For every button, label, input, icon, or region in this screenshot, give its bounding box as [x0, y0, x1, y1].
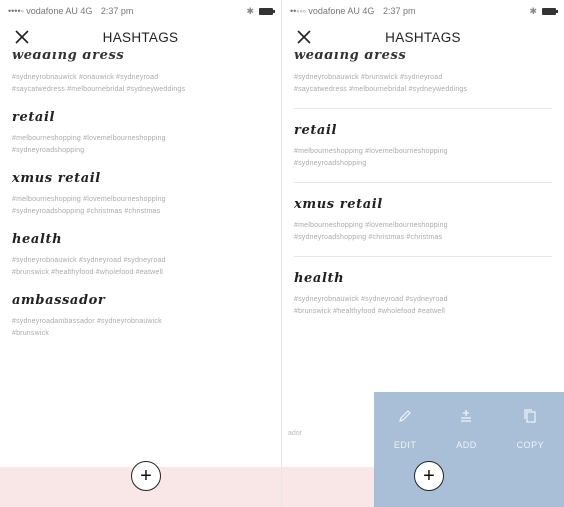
hashtag-group-title: health: [12, 232, 63, 247]
hashtag-group-tags: #sydneyrobnauwick #sydneyroad #sydneyroa…: [294, 296, 448, 303]
list-item[interactable]: health #sydneyrobnauwick #sydneyroad #sy…: [294, 257, 552, 318]
hashtag-group-tags: #brunswick #healthyfood #wholefood #eatw…: [12, 269, 164, 276]
hashtag-group-title: health: [294, 271, 345, 286]
list-item[interactable]: xmus retail #melbourneshopping #lovemelb…: [294, 183, 552, 257]
bluetooth-icon: ✱: [529, 5, 537, 16]
list-item[interactable]: retail #melbourneshopping #lovemelbourne…: [12, 96, 269, 157]
hashtag-group-title: ambassador: [12, 293, 106, 308]
hashtag-group-tags: #saycatwedress #melbournebridal #sydneyw…: [294, 86, 468, 93]
battery-icon: [259, 7, 275, 15]
hashtag-group-tags: #brunswick: [12, 330, 50, 337]
copy-icon: [524, 409, 536, 423]
carrier-signal: ••••◦ vodafone AU 4G 2:37 pm: [8, 6, 133, 16]
nav-bar: HASHTAGS: [282, 22, 564, 52]
hashtag-group-title: xmus retail: [294, 197, 383, 212]
hashtags-screen-left: ••••◦ vodafone AU 4G 2:37 pm ✱ HASHTAGS …: [0, 0, 282, 507]
hashtag-group-tags: #saycatwedress #melbournebridal #sydneyw…: [12, 86, 186, 93]
hashtag-group-tags: #sydneyroadshopping: [12, 147, 85, 154]
hashtag-list: wedding dress #sydneyrobnauwick #brunswi…: [282, 52, 564, 318]
status-right: ✱: [246, 5, 275, 17]
list-item[interactable]: retail #melbourneshopping #lovemelbourne…: [294, 109, 552, 183]
hashtag-group-tags: #sydneyrobnauwick #onauwick #sydneyroad: [12, 74, 159, 81]
close-icon[interactable]: [12, 27, 32, 47]
battery-icon: [542, 7, 558, 15]
hashtag-group-tags: #melbourneshopping #lovemelbourneshoppin…: [294, 222, 448, 229]
carrier-signal: ••◦◦◦ vodafone AU 4G 2:37 pm: [290, 6, 415, 16]
list-item[interactable]: xmus retail #melbourneshopping #lovemelb…: [12, 157, 269, 218]
add-button[interactable]: ADD: [456, 408, 477, 450]
edit-button[interactable]: EDIT: [394, 408, 417, 450]
add-hashtag-button[interactable]: +: [414, 461, 444, 491]
carrier-label: ••••◦ vodafone AU 4G: [8, 6, 93, 16]
swiped-item-label: ador: [288, 430, 303, 437]
nav-bar: HASHTAGS: [0, 22, 281, 52]
add-hashtag-button[interactable]: +: [131, 461, 161, 491]
swipe-actions-panel: EDIT ADD COPY: [374, 392, 564, 507]
add-label: ADD: [456, 440, 477, 450]
status-bar: ••••◦ vodafone AU 4G 2:37 pm ✱: [0, 0, 281, 22]
hashtag-group-tags: #sydneyrobnauwick #brunswick #sydneyroad: [294, 74, 443, 81]
bluetooth-icon: ✱: [246, 5, 254, 16]
hashtag-group-tags: #sydneyroadshopping #christmas #christma…: [12, 208, 161, 215]
hashtag-group-tags: #sydneyroadshopping #christmas #christma…: [294, 234, 443, 241]
hashtags-screen-right: ••◦◦◦ vodafone AU 4G 2:37 pm ✱ HASHTAGS …: [282, 0, 564, 507]
copy-label: COPY: [516, 440, 545, 450]
pencil-icon: [399, 410, 412, 422]
close-icon[interactable]: [294, 27, 314, 47]
hashtag-group-title: retail: [12, 110, 56, 125]
hashtag-group-title: xmus retail: [12, 171, 101, 186]
hashtag-group-title: retail: [294, 123, 338, 138]
list-item[interactable]: health #sydneyrobnauwick #sydneyroad #sy…: [12, 218, 269, 279]
hashtag-group-tags: #brunswick #healthyfood #wholefood #eatw…: [294, 308, 446, 315]
status-right: ✱: [529, 5, 558, 17]
screens-container: ••••◦ vodafone AU 4G 2:37 pm ✱ HASHTAGS …: [0, 0, 564, 507]
list-item[interactable]: ambassador #sydneyroadambassador #sydney…: [12, 279, 269, 340]
hashtag-group-title: wedding dress: [12, 52, 125, 63]
hashtag-group-tags: #melbourneshopping #lovemelbourneshoppin…: [12, 135, 166, 142]
hashtag-group-tags: #sydneyroadshopping: [294, 160, 367, 167]
page-title: HASHTAGS: [385, 29, 461, 45]
hashtag-group-tags: #melbourneshopping #lovemelbourneshoppin…: [12, 196, 166, 203]
status-bar: ••◦◦◦ vodafone AU 4G 2:37 pm ✱: [282, 0, 564, 22]
page-title: HASHTAGS: [102, 29, 179, 45]
clock: 2:37 pm: [100, 6, 134, 16]
edit-label: EDIT: [393, 440, 417, 450]
hashtag-list: wedding dress #sydneyrobnauwick #onauwic…: [0, 52, 281, 340]
add-to-list-icon: [461, 410, 472, 422]
hashtag-group-tags: #sydneyroadambassador #sydneyrobnauwick: [12, 318, 162, 325]
clock: 2:37 pm: [382, 6, 416, 16]
carrier-label: ••◦◦◦ vodafone AU 4G: [290, 6, 375, 16]
hashtag-group-tags: #sydneyrobnauwick #sydneyroad #sydneyroa…: [12, 257, 166, 264]
hashtag-group-tags: #melbourneshopping #lovemelbourneshoppin…: [294, 148, 448, 155]
hashtag-group-title: wedding dress: [294, 52, 407, 63]
copy-button[interactable]: COPY: [517, 408, 545, 450]
